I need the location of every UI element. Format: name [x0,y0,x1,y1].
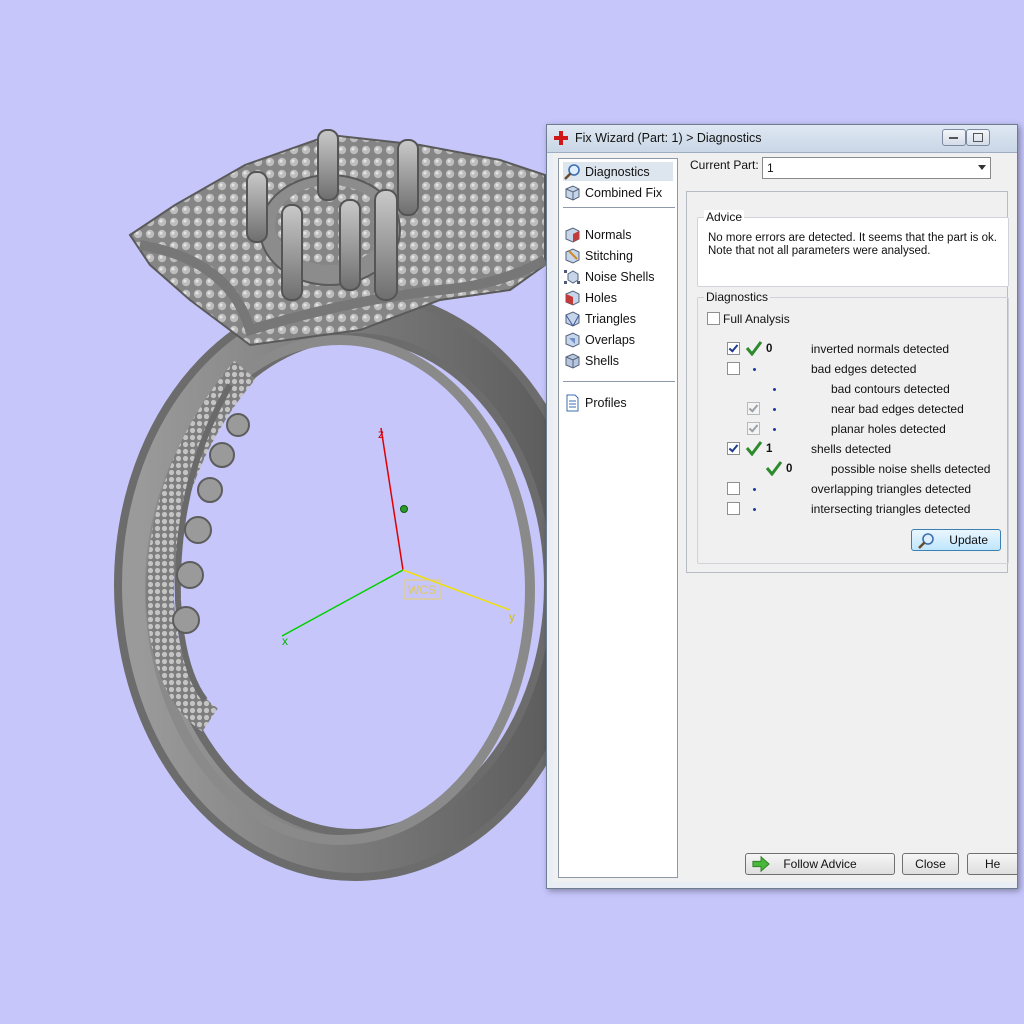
nav-item-overlaps[interactable]: Overlaps [563,330,673,349]
follow-advice-button[interactable]: Follow Advice [745,853,895,875]
near-bad-edges-label: near bad edges detected [831,402,964,416]
full-analysis-checkbox[interactable] [707,312,720,325]
nav-item-normals[interactable]: Normals [563,225,673,244]
fix-wizard-window: Fix Wizard (Part: 1) > Diagnostics Diagn… [546,124,1018,889]
window-client: Diagnostics Combined Fix Normals Stitchi [553,153,1017,882]
red-cross-icon [554,131,568,145]
wcs-label: WCS [408,583,436,597]
current-part-value: 1 [767,161,774,175]
document-icon [566,394,579,411]
planar-holes-label: planar holes detected [831,422,946,436]
magnifier-icon [918,533,934,549]
normals-cube-icon [565,226,580,243]
green-check-icon [765,461,783,476]
overlapping-triangles-checkbox[interactable] [727,482,740,495]
pending-dot [773,388,776,391]
bad-edges-checkbox[interactable] [727,362,740,375]
inverted-normals-label: inverted normals detected [811,342,950,356]
nav-item-label: Stitching [585,248,633,263]
title-bar[interactable]: Fix Wizard (Part: 1) > Diagnostics [547,125,1017,153]
current-part-label: Current Part: [690,158,759,172]
maximize-button[interactable] [966,129,990,146]
nav-item-combined-fix[interactable]: Combined Fix [563,183,673,202]
triangles-cube-icon [565,310,580,327]
follow-advice-label: Follow Advice [783,857,857,871]
nav-item-label: Profiles [585,395,627,410]
chevron-down-icon [978,165,986,170]
minimize-button[interactable] [942,129,966,146]
maximize-icon [973,133,983,142]
update-button[interactable]: Update [911,529,1001,551]
window-title: Fix Wizard (Part: 1) > Diagnostics [575,131,762,145]
pending-dot [773,408,776,411]
diagnostics-panel: Advice No more errors are detected. It s… [686,191,1009,573]
update-label: Update [949,533,988,547]
fix-wizard-nav: Diagnostics Combined Fix Normals Stitchi [558,158,678,878]
nav-item-stitching[interactable]: Stitching [563,246,673,265]
full-analysis-label: Full Analysis [723,312,790,326]
nav-item-label: Normals [585,227,632,242]
holes-cube-icon [565,289,580,306]
overlapping-triangles-label: overlapping triangles detected [811,482,972,496]
intersecting-triangles-checkbox[interactable] [727,502,740,515]
nav-item-diagnostics[interactable]: Diagnostics [563,162,673,181]
planar-holes-checkbox[interactable] [747,422,760,435]
axis-y-label: y [509,610,515,624]
intersecting-triangles-label: intersecting triangles detected [811,502,971,516]
axis-x-label: x [282,634,288,648]
shells-count: 1 [766,443,773,455]
nav-item-holes[interactable]: Holes [563,288,673,307]
pending-dot [773,428,776,431]
inverted-normals-checkbox[interactable] [727,342,740,355]
close-label: Close [915,857,946,871]
green-check-icon [745,341,763,356]
bad-contours-label: bad contours detected [831,382,950,396]
bad-edges-label: bad edges detected [811,362,917,376]
noise-shells-icon [564,269,580,284]
inverted-normals-count: 0 [766,343,773,355]
nav-item-label: Diagnostics [585,164,650,179]
nav-item-label: Shells [585,353,620,368]
stitching-cube-icon [565,247,580,264]
nav-item-label: Triangles [585,311,636,326]
nav-separator [563,207,675,208]
minimize-icon [949,137,958,139]
nav-item-label: Noise Shells [585,269,655,284]
nav-item-shells[interactable]: Shells [563,351,673,370]
shells-cube-icon [565,352,580,369]
pending-dot [753,508,756,511]
advice-group: Advice No more errors are detected. It s… [697,210,1009,287]
noise-shells-label: possible noise shells detected [831,462,991,476]
nav-item-noise-shells[interactable]: Noise Shells [563,267,673,286]
cube-icon [565,184,580,201]
green-arrow-icon [752,855,770,873]
magnifier-icon [564,163,580,180]
diagnostics-title: Diagnostics [704,290,771,304]
current-part-dropdown[interactable]: 1 [762,157,991,179]
close-button[interactable]: Close [902,853,959,875]
nav-item-label: Overlaps [585,332,636,347]
overlaps-cube-icon [565,331,580,348]
diagnostics-group: Diagnostics Full Analysis 0 inverted nor… [697,290,1009,564]
nav-separator [563,381,675,382]
help-label: He [985,857,1001,871]
axis-z-label: z [378,427,384,441]
nav-item-triangles[interactable]: Triangles [563,309,673,328]
shells-label: shells detected [811,442,892,456]
nav-item-profiles[interactable]: Profiles [563,393,673,412]
advice-text: No more errors are detected. It seems th… [708,232,997,257]
nav-item-label: Combined Fix [585,185,663,200]
near-bad-edges-checkbox[interactable] [747,402,760,415]
pending-dot [753,368,756,371]
nav-item-label: Holes [585,290,617,305]
noise-shells-count: 0 [786,463,793,475]
green-check-icon [745,441,763,456]
pending-dot [753,488,756,491]
shells-checkbox[interactable] [727,442,740,455]
advice-title: Advice [704,210,745,224]
help-button[interactable]: He [967,853,1017,875]
